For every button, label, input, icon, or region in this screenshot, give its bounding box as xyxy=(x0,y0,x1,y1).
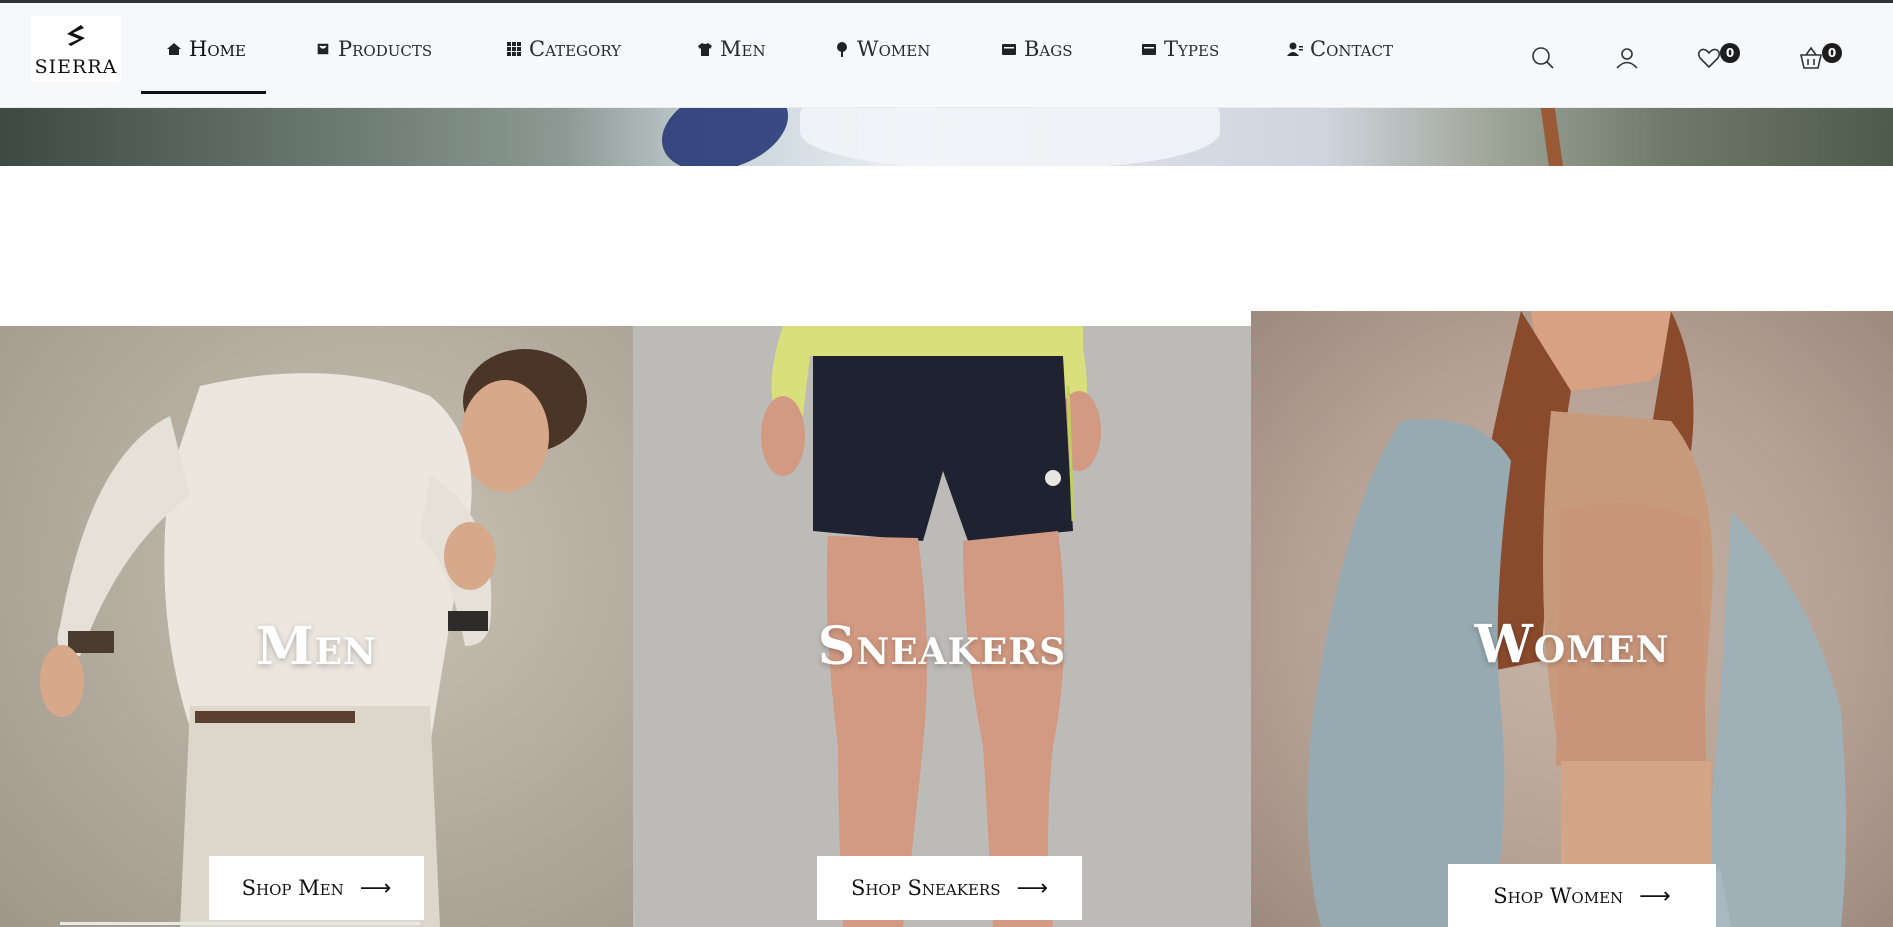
contact-icon xyxy=(1287,42,1303,56)
nav-bags[interactable]: Bags xyxy=(1001,31,1073,67)
wallet-icon xyxy=(1142,44,1156,55)
basket-icon xyxy=(1799,46,1823,69)
category-card-men[interactable]: Men Shop Men ⟶ xyxy=(0,326,633,927)
panel-title-women: Women xyxy=(1474,614,1670,675)
logo-text: SIERRA xyxy=(34,55,118,78)
nav-category[interactable]: Category xyxy=(506,31,621,67)
account-button[interactable] xyxy=(1614,45,1640,71)
scroll-indicator xyxy=(60,922,420,925)
shirt-icon xyxy=(698,43,712,56)
hero-image-detail xyxy=(650,108,800,166)
nav-bags-label: Bags xyxy=(1024,37,1073,61)
grid-icon xyxy=(507,42,521,56)
category-card-women[interactable]: Women Shop Women ⟶ xyxy=(1251,311,1893,927)
panel-title-sneakers: Sneakers xyxy=(817,616,1067,677)
nav-types-label: Types xyxy=(1164,37,1220,61)
shop-sneakers-label: Shop Sneakers xyxy=(850,876,1001,900)
wishlist-button[interactable] xyxy=(1696,45,1722,71)
shop-sneakers-button[interactable]: Shop Sneakers ⟶ xyxy=(817,856,1082,920)
navbar: SIERRA Home Products Category Men Women … xyxy=(0,3,1893,108)
nav-products[interactable]: Products xyxy=(315,31,432,67)
nav-women[interactable]: Women xyxy=(834,31,930,67)
female-icon xyxy=(837,42,847,57)
hero-banner-image xyxy=(0,108,1893,166)
shop-women-button[interactable]: Shop Women ⟶ xyxy=(1448,864,1716,927)
search-icon xyxy=(1532,47,1554,69)
wishlist-count-badge: 0 xyxy=(1720,43,1740,63)
nav-contact-label: Contact xyxy=(1310,37,1393,61)
category-card-sneakers[interactable]: Sneakers Shop Sneakers ⟶ xyxy=(633,326,1251,927)
arrow-right-icon: ⟶ xyxy=(1016,875,1049,901)
nav-products-label: Products xyxy=(338,37,433,61)
nav-home-label: Home xyxy=(189,37,246,61)
wallet-icon xyxy=(1002,44,1016,55)
bag-icon xyxy=(316,42,330,56)
user-icon xyxy=(1616,48,1638,69)
nav-category-label: Category xyxy=(529,37,622,61)
shop-men-button[interactable]: Shop Men ⟶ xyxy=(209,856,424,920)
hero-image-detail xyxy=(800,108,1220,166)
nav-home[interactable]: Home xyxy=(166,31,246,67)
heart-icon xyxy=(1697,48,1721,69)
nav-types[interactable]: Types xyxy=(1141,31,1219,67)
search-button[interactable] xyxy=(1530,45,1556,71)
cart-button[interactable] xyxy=(1798,45,1824,71)
cart-count-badge: 0 xyxy=(1822,43,1842,63)
nav-contact[interactable]: Contact xyxy=(1287,31,1393,67)
logo-mark-icon xyxy=(67,24,85,46)
brand-logo[interactable]: SIERRA xyxy=(31,16,121,82)
nav-women-label: Women xyxy=(857,37,931,61)
nav-men[interactable]: Men xyxy=(697,31,766,67)
nav-active-indicator xyxy=(141,91,266,94)
home-icon xyxy=(167,43,181,55)
shop-women-label: Shop Women xyxy=(1493,884,1624,908)
arrow-right-icon: ⟶ xyxy=(1639,883,1671,909)
panel-title-men: Men xyxy=(256,616,377,677)
arrow-right-icon: ⟶ xyxy=(359,875,392,901)
shop-men-label: Shop Men xyxy=(241,876,344,900)
hero-image-detail xyxy=(1539,108,1565,166)
nav-men-label: Men xyxy=(720,37,766,61)
